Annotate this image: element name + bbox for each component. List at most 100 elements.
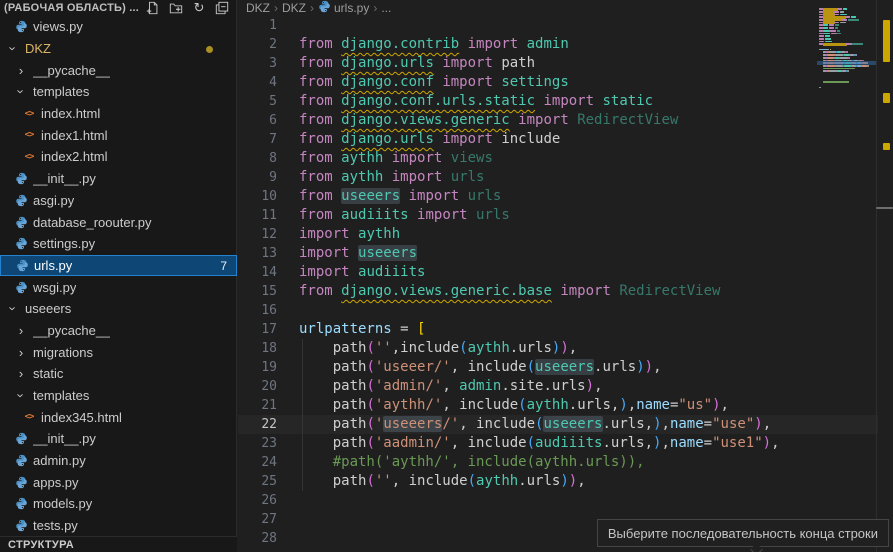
line-number[interactable]: 14 [238,263,277,282]
tree-file-index2.html[interactable]: <>index2.html [0,146,237,168]
code-line-14[interactable]: 14import audiiits [238,263,878,282]
line-number[interactable]: 21 [238,396,277,415]
tree-file-tests.py[interactable]: tests.py [0,515,237,537]
breadcrumb-item[interactable]: DKZ [246,1,270,15]
editor-pane[interactable]: DKZ›DKZ›urls.py›... 12from django.contri… [238,0,893,552]
code-line-6[interactable]: 6from django.views.generic import Redire… [238,111,878,130]
code-line-19[interactable]: 19 path('useeer/', include(useeers.urls)… [238,358,878,377]
tree-file-asgi.py[interactable]: asgi.py [0,190,237,212]
code-line-13[interactable]: 13import useeers [238,244,878,263]
line-number[interactable]: 9 [238,168,277,187]
line-number[interactable]: 15 [238,282,277,301]
line-number[interactable]: 6 [238,111,277,130]
line-number[interactable]: 3 [238,54,277,73]
minimap[interactable] [817,2,876,242]
line-number[interactable]: 17 [238,320,277,339]
line-number[interactable]: 16 [238,301,277,320]
code-line-24[interactable]: 24 #path('aythh/', include(aythh.urls)), [238,453,878,472]
tree-file-urls.py[interactable]: urls.py7 [0,255,237,277]
line-number[interactable]: 1 [238,16,277,35]
line-number[interactable]: 8 [238,149,277,168]
code-line-9[interactable]: 9from aythh import urls [238,168,878,187]
tree-file-settings.py[interactable]: settings.py [0,233,237,255]
tree-folder-__pycache__[interactable]: ›__pycache__ [0,320,237,342]
tree-folder-__pycache__[interactable]: ›__pycache__ [0,59,237,81]
python-file-icon [13,194,29,207]
line-number[interactable]: 10 [238,187,277,206]
line-number[interactable]: 5 [238,92,277,111]
line-number[interactable]: 7 [238,130,277,149]
minimap-line [851,16,856,18]
line-number[interactable]: 13 [238,244,277,263]
tree-file-database_roouter.py[interactable]: database_roouter.py [0,211,237,233]
code-line-5[interactable]: 5from django.conf.urls.static import sta… [238,92,878,111]
line-number[interactable]: 11 [238,206,277,225]
breadcrumb-item[interactable]: DKZ [282,1,306,15]
line-number[interactable]: 20 [238,377,277,396]
tree-file-index.html[interactable]: <>index.html [0,103,237,125]
line-number[interactable]: 18 [238,339,277,358]
tree-file-models.py[interactable]: models.py [0,493,237,515]
code-line-22[interactable]: 22 path('useeers/', include(useeers.urls… [238,415,878,434]
tree-file-views.py[interactable]: views.py [0,16,237,38]
tree-folder-migrations[interactable]: ›migrations [0,341,237,363]
code-line-8[interactable]: 8from aythh import views [238,149,878,168]
line-number[interactable]: 4 [238,73,277,92]
tree-file-__init__.py[interactable]: __init__.py [0,168,237,190]
line-number[interactable]: 19 [238,358,277,377]
new-file-icon[interactable] [145,0,161,16]
overview-ruler-scrollbar[interactable] [876,0,893,552]
workspace-section-header[interactable]: (РАБОЧАЯ ОБЛАСТЬ) ... ↻ [0,0,237,16]
new-folder-icon[interactable] [168,0,184,16]
code-line-3[interactable]: 3from django.urls import path [238,54,878,73]
code-line-7[interactable]: 7from django.urls import include [238,130,878,149]
minimap-line [819,33,823,35]
tree-file-apps.py[interactable]: apps.py [0,471,237,493]
collapse-all-icon[interactable] [214,0,230,16]
minimap-line [831,33,836,35]
breadcrumb-item[interactable]: urls.py [334,1,369,15]
code-line-18[interactable]: 18 path('',include(aythh.urls)), [238,339,878,358]
code-line-4[interactable]: 4from django.conf import settings [238,73,878,92]
tree-folder-templates[interactable]: ›templates [0,385,237,407]
code-line-23[interactable]: 23 path('aadmin/', include(audiiits.urls… [238,434,878,453]
line-number[interactable]: 25 [238,472,277,491]
line-number[interactable]: 2 [238,35,277,54]
line-number[interactable]: 28 [238,529,277,548]
chevron-expanded-icon: › [13,85,29,98]
tree-file-__init__.py[interactable]: __init__.py [0,428,237,450]
file-label: migrations [33,345,93,360]
refresh-icon[interactable]: ↻ [191,0,207,16]
code-line-25[interactable]: 25 path('', include(aythh.urls)), [238,472,878,491]
tree-file-wsgi.py[interactable]: wsgi.py [0,276,237,298]
code-line-17[interactable]: 17urlpatterns = [ [238,320,878,339]
line-number[interactable]: 23 [238,434,277,453]
line-number[interactable]: 24 [238,453,277,472]
code-line-15[interactable]: 15from django.views.generic.base import … [238,282,878,301]
file-label: templates [33,84,89,99]
code-line-12[interactable]: 12import aythh [238,225,878,244]
minimap-line [868,65,869,67]
code-line-20[interactable]: 20 path('admin/', admin.site.urls), [238,377,878,396]
code-line-1[interactable]: 1 [238,16,878,35]
code-area[interactable]: 12from django.contrib import admin3from … [238,16,878,548]
tree-file-admin.py[interactable]: admin.py [0,450,237,472]
breadcrumb-item[interactable]: ... [381,1,391,15]
tree-folder-static[interactable]: ›static [0,363,237,385]
code-line-16[interactable]: 16 [238,301,878,320]
line-number[interactable]: 26 [238,491,277,510]
tree-folder-useeers[interactable]: ›useeers [0,298,237,320]
outline-section-header[interactable]: СТРУКТУРА [0,536,237,552]
tree-file-index1.html[interactable]: <>index1.html [0,124,237,146]
line-number[interactable]: 22 [238,415,277,434]
tree-file-index345.html[interactable]: <>index345.html [0,406,237,428]
tree-folder-templates[interactable]: › templates [0,81,237,103]
code-line-26[interactable]: 26 [238,491,878,510]
code-line-11[interactable]: 11from audiiits import urls [238,206,878,225]
code-line-21[interactable]: 21 path('aythh/', include(aythh.urls,),n… [238,396,878,415]
code-line-2[interactable]: 2from django.contrib import admin [238,35,878,54]
line-number[interactable]: 27 [238,510,277,529]
line-number[interactable]: 12 [238,225,277,244]
code-line-10[interactable]: 10from useeers import urls [238,187,878,206]
tree-folder-DKZ[interactable]: ›DKZ [0,38,237,60]
